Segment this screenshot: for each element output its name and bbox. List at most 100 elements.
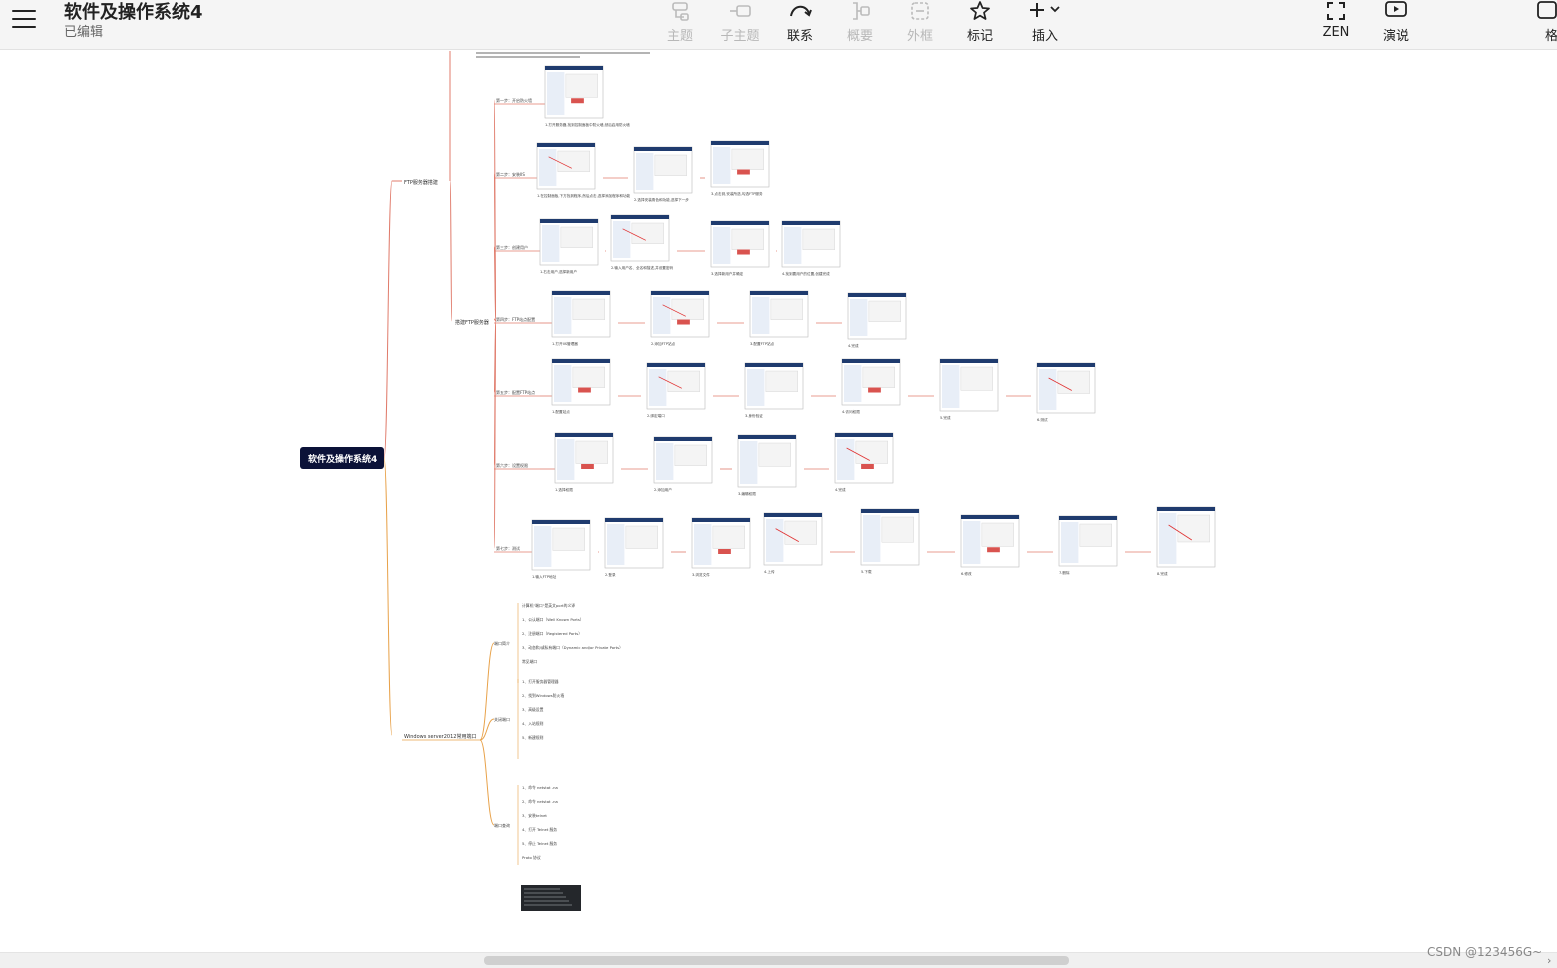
screenshot-panel [1039,369,1057,410]
screenshot-titlebar [611,215,669,219]
screenshot-titlebar [634,147,692,151]
screenshot-dialog [802,228,835,250]
screenshot-dialog [557,150,590,172]
screenshot-titlebar [532,520,590,524]
screenshot-panel [752,297,770,334]
screenshot-highlight [581,464,594,469]
screenshot-titlebar [782,221,840,225]
screenshot-panel [554,297,572,334]
scrollbar-thumb[interactable] [484,956,1069,965]
screenshot-dialog [1057,370,1090,394]
relationship-button[interactable]: 联系 [770,0,830,50]
step-caption: 3.配置FTP站点 [750,341,775,346]
group-connector [479,739,495,826]
marker-label: 标记 [966,29,993,44]
screenshot-dialog [674,444,707,466]
topic-label: 主题 [666,29,693,44]
chevron-down-icon [1050,6,1060,13]
screenshot-panel [554,365,572,402]
screenshot-dialog [862,366,895,388]
screenshot-panel [942,365,960,408]
screenshot-panel [649,369,667,406]
presentation-label: 演说 [1382,29,1409,44]
screenshot-panel [694,524,712,565]
group-line: 计算机"端口"是英文port的义译 [522,603,575,608]
step-topic: 第四步：FTP站点配置 [496,316,535,322]
screenshot-panel [539,149,557,186]
plus-icon [1030,3,1060,17]
group-topic: 端口查询 [494,822,510,828]
root-topic-label: 软件及操作系统4 [308,453,377,465]
step-caption: 2.选择安装角色和功能,选择下一步 [634,197,689,202]
step-caption: 1.右击用户,选择新用户 [540,269,577,274]
screenshot-highlight [578,387,591,393]
screenshot-dialog [1079,523,1112,547]
group-line: 1、命令 netstat -na [522,785,558,790]
document-status: 已编辑 [64,25,104,40]
hamburger-menu-icon[interactable] [12,10,36,28]
screenshot-dialog [881,516,914,543]
screenshot-panel [542,225,560,262]
screenshot-dialog [565,73,598,98]
summary-button[interactable]: 概要 [830,0,890,50]
step-caption: 4.完成 [848,343,859,348]
screenshot-panel [963,521,981,564]
screenshot-titlebar [540,219,598,223]
mindmap-canvas[interactable]: 软件及操作系统4 FTP服务器搭建 搭建FTP服务器 第一步：开启防火墙 1.打开服务器… [0,51,1557,952]
group-line: 3、高级设置 [522,707,544,712]
step-caption: 5.完成 [940,415,951,420]
insert-button[interactable]: 插入 [1015,0,1075,50]
format-button[interactable]: 格 [1530,0,1557,50]
group-line: 5、停止 Telnet 服务 [522,841,557,846]
screenshot-titlebar [835,433,893,437]
screenshot-dialog [1177,514,1210,543]
screenshot-highlight [718,549,731,554]
horizontal-scrollbar[interactable]: › [0,952,1557,968]
group-line: 4、打开 Telnet 服务 [522,827,557,832]
screenshot-panel [740,441,758,484]
step-topic: 第一步：开启防火墙 [496,97,532,103]
group-line: 常见端口 [522,659,537,664]
group-line: 3、安装telnet [522,813,547,818]
step-topic: 第二步：安装IIS [496,171,525,177]
relationship-label: 联系 [786,29,813,44]
presentation-button[interactable]: 演说 [1366,0,1426,50]
screenshot-panel [547,72,565,115]
step-caption: 1.选择权限 [555,487,573,492]
screenshot-panel [1061,522,1079,563]
step-caption: 4.访问权限 [842,409,860,414]
topic-button[interactable]: 主题 [650,0,710,50]
screenshot-panel [607,524,625,565]
group-line: 2、命令 netstat -na [522,799,558,804]
subtopic-button[interactable]: 子主题 [710,0,770,50]
screenshot-panel [784,227,802,264]
group-line: 1、公认端口（Well Known Ports） [522,617,584,622]
screenshot-highlight [677,319,690,325]
screenshot-titlebar [1157,507,1215,511]
group-line: 3、动态和/或私有端口（Dynamic and/or Private Ports… [522,645,623,650]
screenshot-dialog [981,522,1014,547]
boundary-button[interactable]: 外框 [890,0,950,50]
screenshot-titlebar [1059,516,1117,520]
screenshot-titlebar [545,66,603,70]
step-caption: 2.添加用户 [654,487,672,492]
step-caption: 1.输入FTP地址 [532,574,557,579]
step-caption: 1.配置站点 [552,409,570,414]
screenshot-titlebar [711,141,769,145]
subtopic-label: 子主题 [720,29,760,44]
zen-button[interactable]: ZEN [1306,0,1366,50]
subtopic-build-ftp: 搭建FTP服务器 [455,319,489,326]
relationship-icon [790,5,812,17]
group-connector [479,642,495,741]
mindmap-svg[interactable]: 软件及操作系统4 FTP服务器搭建搭建FTP服务器 第一步：开启防火墙 1.打开服务器… [0,51,1557,952]
step-topic: 第五步：配置FTP站点 [496,389,535,395]
step-caption: 3.点击到,安装所选,勾选FTP服务 [711,191,763,196]
screenshot-highlight [987,547,1000,553]
marker-button[interactable]: 标记 [950,0,1010,50]
chevron-right-icon[interactable]: › [1547,954,1551,967]
screenshot-panel [713,227,731,264]
boundary-icon [911,2,929,20]
group-line: 2、注册端口（Registered Ports） [522,631,582,636]
screenshot-titlebar [537,143,595,147]
screenshot-titlebar [961,515,1019,519]
